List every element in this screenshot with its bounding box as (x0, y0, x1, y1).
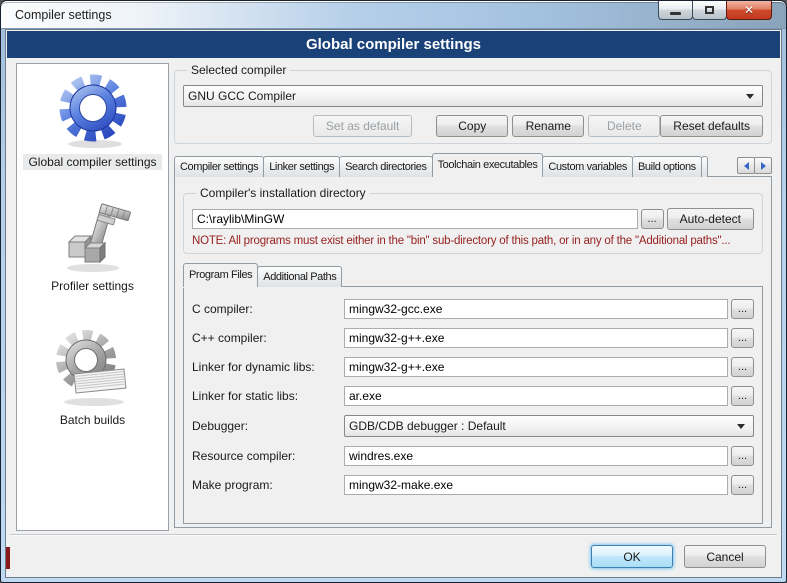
cpp-compiler-browse-button[interactable]: ... (731, 328, 754, 348)
tab-build-options[interactable]: Build options (632, 156, 702, 177)
field-label: Linker for static libs: (192, 389, 344, 403)
tab-scroll-right-button[interactable] (754, 157, 772, 174)
static-linker-input[interactable] (344, 386, 728, 406)
cpp-compiler-input[interactable] (344, 328, 728, 348)
settings-category-list: Global compiler settings (16, 63, 169, 531)
minimize-icon (670, 12, 681, 15)
close-icon: ✕ (744, 4, 754, 16)
sidebar-item-label: Profiler settings (46, 278, 139, 294)
install-dir-input[interactable] (192, 209, 638, 229)
sidebar-item-batch-builds[interactable]: Batch builds (17, 328, 168, 428)
frame-artifact (6, 547, 10, 569)
cancel-button[interactable]: Cancel (684, 545, 766, 568)
sidebar-item-profiler-settings[interactable]: Profiler settings (17, 200, 168, 294)
tabs-scroll-area: Compiler settings Linker settings Search… (174, 153, 735, 177)
rename-button[interactable]: Rename (512, 115, 584, 137)
field-label: Resource compiler: (192, 449, 344, 463)
ok-button[interactable]: OK (591, 545, 673, 568)
static-linker-browse-button[interactable]: ... (731, 386, 754, 406)
debugger-select[interactable]: GDB/CDB debugger : Default (344, 415, 754, 437)
resource-compiler-input[interactable] (344, 446, 728, 466)
field-label: C++ compiler: (192, 331, 344, 345)
maximize-button[interactable] (692, 1, 727, 20)
tab-toolchain-executables[interactable]: Toolchain executables (432, 153, 544, 177)
toolchain-executables-panel: Compiler's installation directory ... Au… (174, 176, 772, 528)
footer-buttons: OK Cancel (591, 545, 766, 568)
install-dir-group-label: Compiler's installation directory (196, 186, 370, 200)
field-row-debugger: Debugger: GDB/CDB debugger : Default (192, 415, 754, 437)
selected-compiler-group: Selected compiler GNU GCC Compiler Set a… (174, 63, 772, 144)
tab-custom-variables[interactable]: Custom variables (542, 156, 633, 177)
compiler-buttons-row: Set as default Copy Rename Delete Reset … (183, 115, 763, 137)
set-as-default-button[interactable]: Set as default (313, 115, 412, 137)
window-title: Compiler settings (15, 8, 112, 22)
subtab-additional-paths[interactable]: Additional Paths (257, 266, 342, 287)
tab-scroll-buttons (738, 157, 772, 174)
debugger-value: GDB/CDB debugger : Default (349, 419, 733, 433)
arrow-left-icon (744, 162, 749, 170)
tab-overflow[interactable] (701, 156, 708, 177)
field-label: Make program: (192, 478, 344, 492)
arrow-right-icon (761, 162, 766, 170)
close-button[interactable]: ✕ (726, 1, 772, 20)
main-panel: Selected compiler GNU GCC Compiler Set a… (174, 63, 772, 527)
selected-compiler-select[interactable]: GNU GCC Compiler (183, 85, 763, 107)
install-dir-note: NOTE: All programs must exist either in … (192, 235, 754, 247)
footer-separator (10, 534, 777, 536)
programs-subtabstrip: Program Files Additional Paths (183, 264, 763, 287)
dynamic-linker-input[interactable] (344, 357, 728, 377)
field-row-cpp-compiler: C++ compiler: ... (192, 328, 754, 348)
field-row-dynamic-linker: Linker for dynamic libs: ... (192, 357, 754, 377)
make-program-browse-button[interactable]: ... (731, 475, 754, 495)
c-compiler-input[interactable] (344, 299, 728, 319)
field-row-static-linker: Linker for static libs: ... (192, 386, 754, 406)
chevron-down-icon (733, 416, 749, 436)
blue-gear-icon (55, 72, 131, 150)
field-row-make-program: Make program: ... (192, 475, 754, 495)
install-dir-row: ... Auto-detect (192, 208, 754, 230)
chevron-down-icon (742, 86, 758, 106)
minimize-button[interactable] (658, 1, 693, 20)
titlebar[interactable]: Compiler settings ✕ (1, 1, 786, 29)
sidebar-item-global-compiler-settings[interactable]: Global compiler settings (17, 72, 168, 170)
page-title: Global compiler settings (7, 31, 780, 58)
gray-gear-papers-icon (52, 328, 134, 408)
auto-detect-button[interactable]: Auto-detect (667, 208, 754, 230)
install-dir-group: Compiler's installation directory ... Au… (183, 186, 763, 254)
maximize-icon (705, 6, 714, 14)
dynamic-linker-browse-button[interactable]: ... (731, 357, 754, 377)
c-compiler-browse-button[interactable]: ... (731, 299, 754, 319)
reset-defaults-button[interactable]: Reset defaults (660, 115, 763, 137)
delete-button[interactable]: Delete (588, 115, 660, 137)
window-controls: ✕ (659, 1, 772, 20)
field-label: Linker for dynamic libs: (192, 360, 344, 374)
field-label: Debugger: (192, 419, 344, 433)
tab-linker-settings[interactable]: Linker settings (263, 156, 340, 177)
subtab-program-files[interactable]: Program Files (183, 263, 258, 287)
field-row-resource-compiler: Resource compiler: ... (192, 446, 754, 466)
sidebar-item-label: Global compiler settings (23, 154, 161, 170)
caliper-cubes-icon (55, 200, 131, 274)
field-label: C compiler: (192, 302, 344, 316)
sidebar-item-label: Batch builds (55, 412, 130, 428)
selected-compiler-value: GNU GCC Compiler (188, 89, 742, 103)
tab-compiler-settings[interactable]: Compiler settings (174, 156, 264, 177)
settings-tabstrip: Compiler settings Linker settings Search… (174, 153, 772, 177)
copy-button[interactable]: Copy (436, 115, 508, 137)
install-dir-browse-button[interactable]: ... (641, 209, 664, 229)
tab-search-directories[interactable]: Search directories (339, 156, 432, 177)
resource-compiler-browse-button[interactable]: ... (731, 446, 754, 466)
program-files-panel: C compiler: ... C++ compiler: ... Linker… (183, 286, 763, 524)
compiler-settings-window: Compiler settings ✕ Global compiler sett… (0, 0, 787, 583)
tab-scroll-left-button[interactable] (737, 157, 755, 174)
dialog-body: Global compiler settings (5, 29, 782, 578)
make-program-input[interactable] (344, 475, 728, 495)
selected-compiler-group-label: Selected compiler (187, 63, 290, 77)
field-row-c-compiler: C compiler: ... (192, 299, 754, 319)
